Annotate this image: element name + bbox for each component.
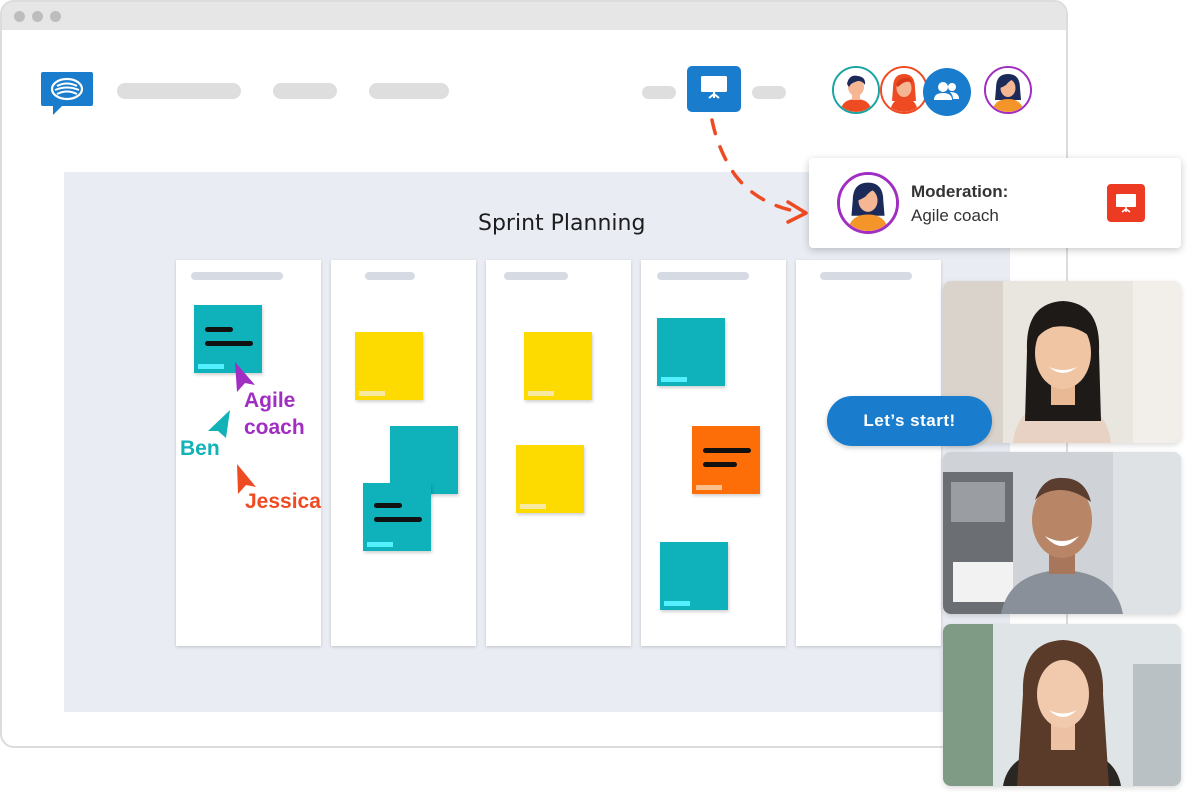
moderation-card[interactable]: Moderation: Agile coach: [809, 158, 1181, 248]
participant-avatar[interactable]: [832, 66, 880, 114]
sticky-note[interactable]: [355, 332, 423, 400]
video-tile-participant[interactable]: [943, 452, 1181, 614]
presentation-icon[interactable]: [1107, 184, 1145, 222]
column-header[interactable]: [191, 272, 283, 280]
lets-start-bubble: Let’s start!: [827, 396, 992, 446]
participant-avatar[interactable]: [880, 66, 928, 114]
window-control-dot[interactable]: [50, 11, 61, 22]
agile-coach-avatar[interactable]: [984, 66, 1032, 114]
moderator-avatar: [837, 172, 899, 234]
presentation-icon: [699, 74, 729, 105]
sticky-note[interactable]: [524, 332, 592, 400]
window-control-dot[interactable]: [32, 11, 43, 22]
window-control-dot[interactable]: [14, 11, 25, 22]
nav-placeholder[interactable]: [117, 83, 241, 99]
board-title: Sprint Planning: [478, 211, 646, 236]
presentation-button[interactable]: [687, 66, 741, 112]
sticky-note[interactable]: [516, 445, 584, 513]
column-header[interactable]: [365, 272, 415, 280]
jessica-cursor-label: Jessica: [245, 490, 321, 513]
video-feed: [943, 452, 1181, 614]
participants-button[interactable]: [923, 68, 971, 116]
column-header[interactable]: [820, 272, 912, 280]
nav-placeholder[interactable]: [369, 83, 449, 99]
agile-coach-cursor-label: Agile coach: [244, 389, 305, 439]
sticky-note[interactable]: [692, 426, 760, 494]
toolbar-placeholder[interactable]: [642, 86, 676, 99]
window-titlebar: [2, 2, 1066, 30]
board-column[interactable]: [796, 260, 941, 646]
moderation-role: Agile coach: [911, 206, 999, 225]
sticky-note[interactable]: [363, 483, 431, 551]
ben-cursor-label: Ben: [180, 437, 220, 460]
participants-icon: [923, 82, 971, 116]
chat-bubble-logo-icon[interactable]: [40, 70, 94, 123]
column-header[interactable]: [657, 272, 749, 280]
toolbar-placeholder[interactable]: [752, 86, 786, 99]
app-window: Sprint Planning Agile coach Ben Jessica: [0, 0, 1068, 748]
video-feed: [943, 624, 1181, 786]
sticky-note[interactable]: [660, 542, 728, 610]
video-tile-participant[interactable]: [943, 624, 1181, 786]
nav-placeholder[interactable]: [273, 83, 337, 99]
column-header[interactable]: [504, 272, 568, 280]
sticky-note[interactable]: [657, 318, 725, 386]
moderation-title: Moderation:: [911, 182, 1009, 201]
